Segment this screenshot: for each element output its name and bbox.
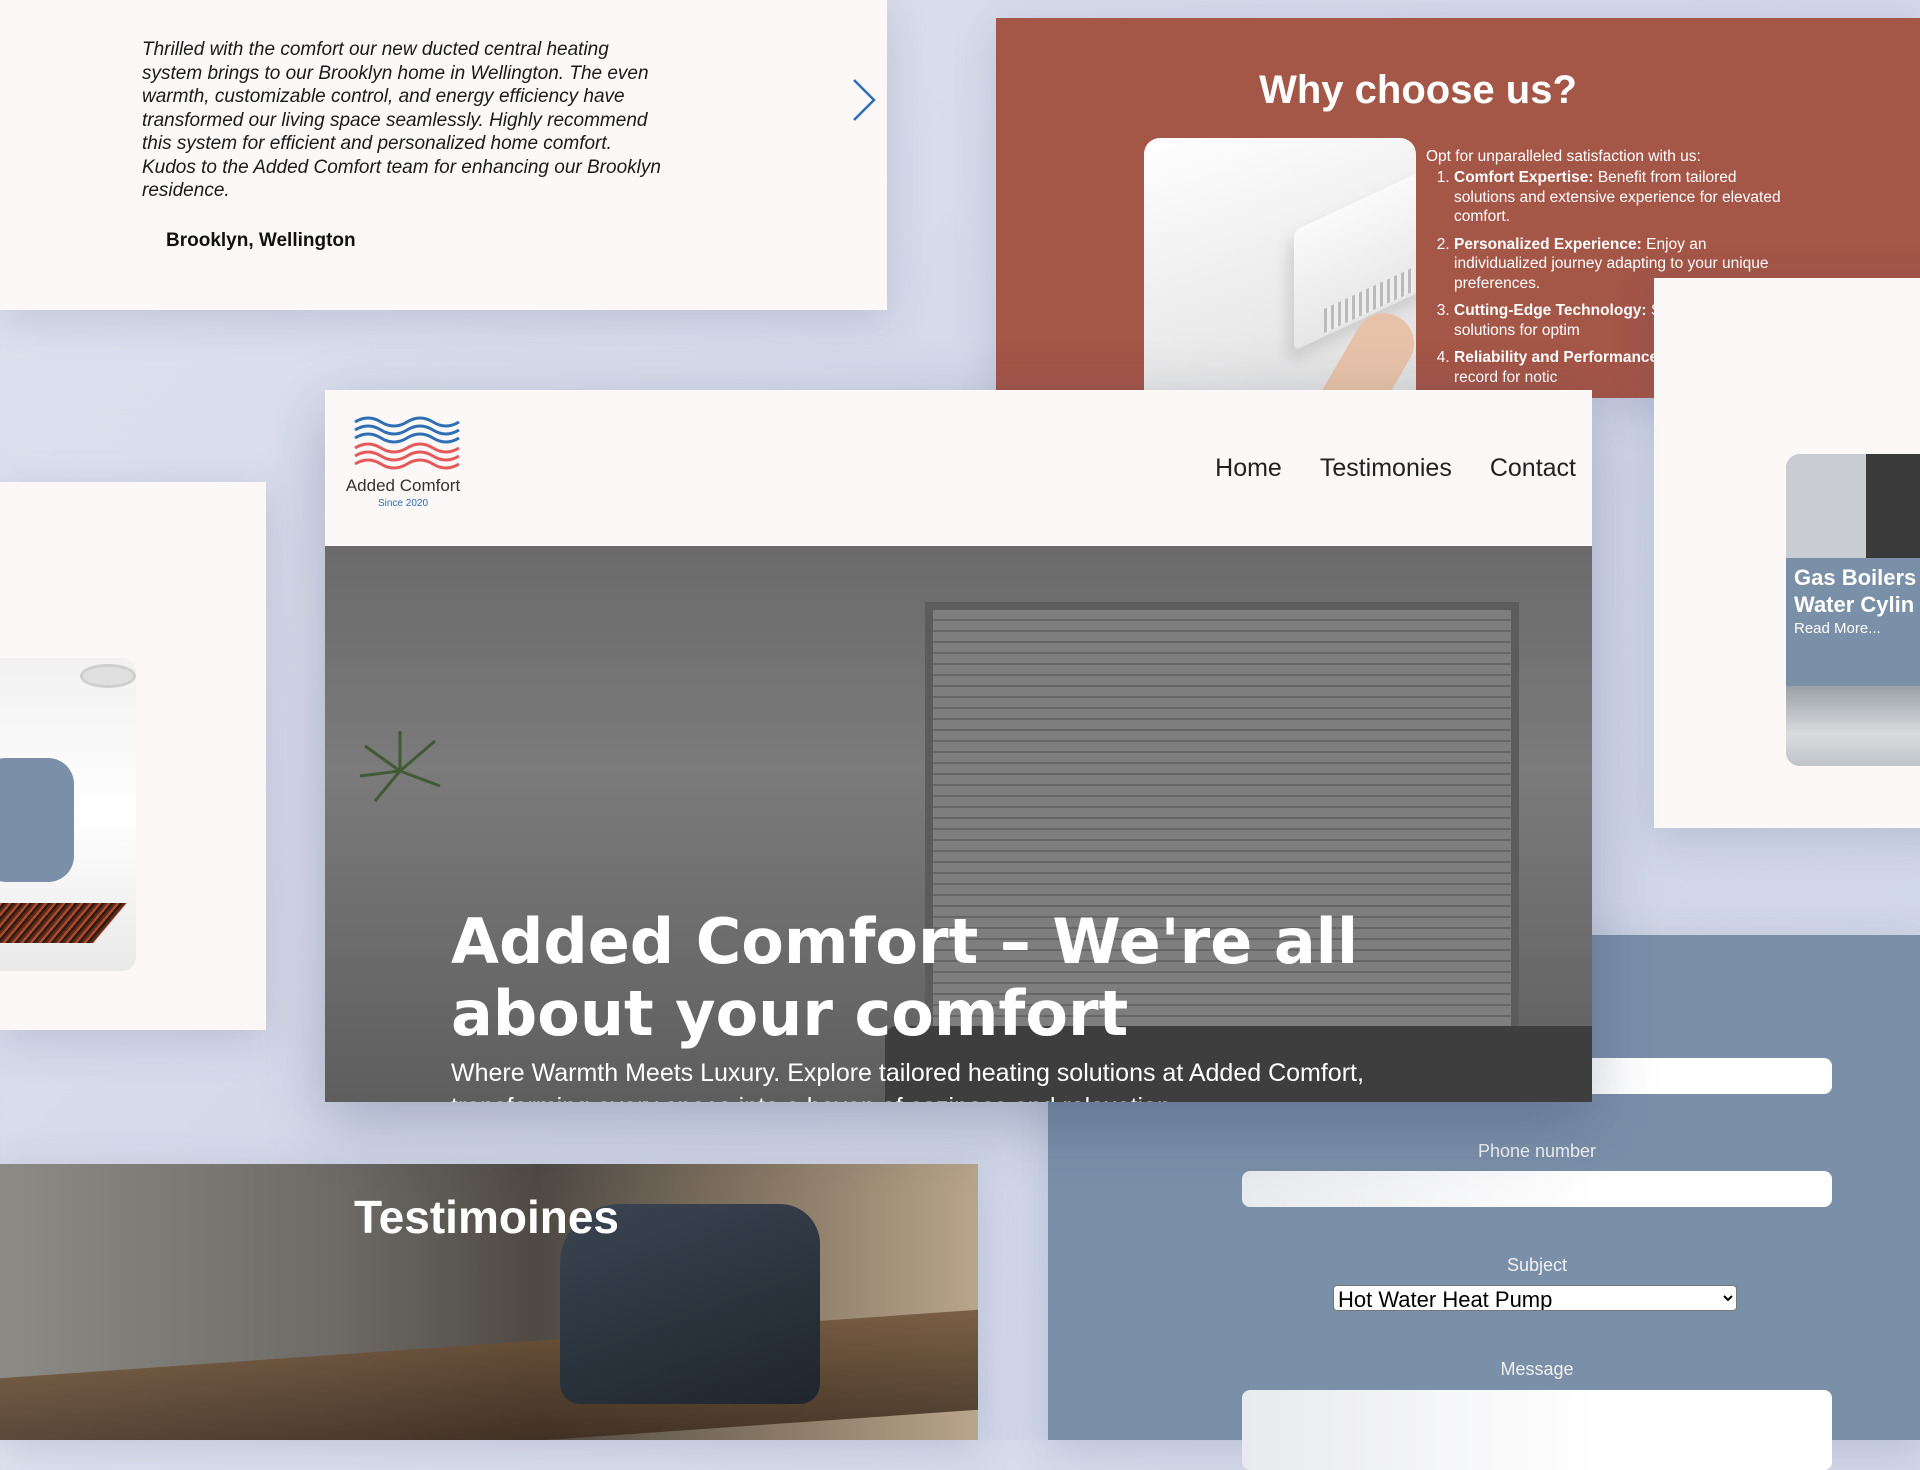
service-image [1786, 454, 1920, 558]
subject-label: Subject [1506, 1255, 1568, 1275]
why-intro: Opt for unparalleled satisfaction with u… [1426, 148, 1701, 165]
read-more-link[interactable]: Read More... [1794, 620, 1881, 637]
message-textarea[interactable] [1242, 1390, 1832, 1470]
air-conditioner-photo [1144, 138, 1416, 398]
hero-card: Added Comfort Since 2020 Home Testimonie… [325, 390, 1592, 1102]
subject-select[interactable]: Hot Water Heat Pump [1333, 1285, 1737, 1311]
main-nav: Home Testimonies Contact [1215, 454, 1576, 483]
testimonial-card: Thrilled with the comfort our new ducted… [0, 0, 887, 310]
service-image-bottom [1786, 686, 1920, 766]
hero-section: Added Comfort – We're all about your com… [325, 546, 1592, 1102]
site-header: Added Comfort Since 2020 Home Testimonie… [325, 390, 1592, 546]
brand-name: Added Comfort [345, 476, 461, 495]
testimonies-title: Testimoines [354, 1191, 619, 1243]
hero-title: Added Comfort – We're all about your com… [451, 905, 1359, 1050]
logo[interactable]: Added Comfort Since 2020 [335, 416, 475, 518]
service-card: Gas Boilers Water Cylin Read More... [1654, 278, 1920, 828]
why-item: Comfort Expertise: Benefit from tailored… [1454, 168, 1794, 227]
message-label: Message [1500, 1359, 1574, 1379]
room-photo-card [0, 482, 266, 1030]
why-title: Why choose us? [1259, 68, 1577, 112]
logo-waves-icon [354, 416, 460, 470]
brand-since: Since 2020 [377, 498, 429, 509]
testimonial-quote: Thrilled with the comfort our new ducted… [142, 39, 661, 201]
nav-testimonies[interactable]: Testimonies [1320, 454, 1452, 483]
testimonies-banner: Testimoines [0, 1164, 978, 1440]
chevron-right-icon[interactable] [848, 76, 878, 124]
phone-label: Phone number [1477, 1141, 1597, 1161]
ceiling-light-icon [80, 664, 136, 688]
phone-field[interactable] [1242, 1171, 1832, 1207]
testimonial-author: Brooklyn, Wellington [166, 230, 356, 251]
hero-subtitle: Where Warmth Meets Luxury. Explore tailo… [451, 1059, 1364, 1102]
nav-home[interactable]: Home [1215, 454, 1282, 483]
service-tile-gas-boilers[interactable]: Gas Boilers Water Cylin Read More... [1786, 454, 1920, 766]
plant-icon [359, 731, 441, 802]
nav-contact[interactable]: Contact [1490, 454, 1576, 483]
service-title: Gas Boilers Water Cylin [1794, 565, 1917, 617]
room-photo [0, 658, 136, 971]
